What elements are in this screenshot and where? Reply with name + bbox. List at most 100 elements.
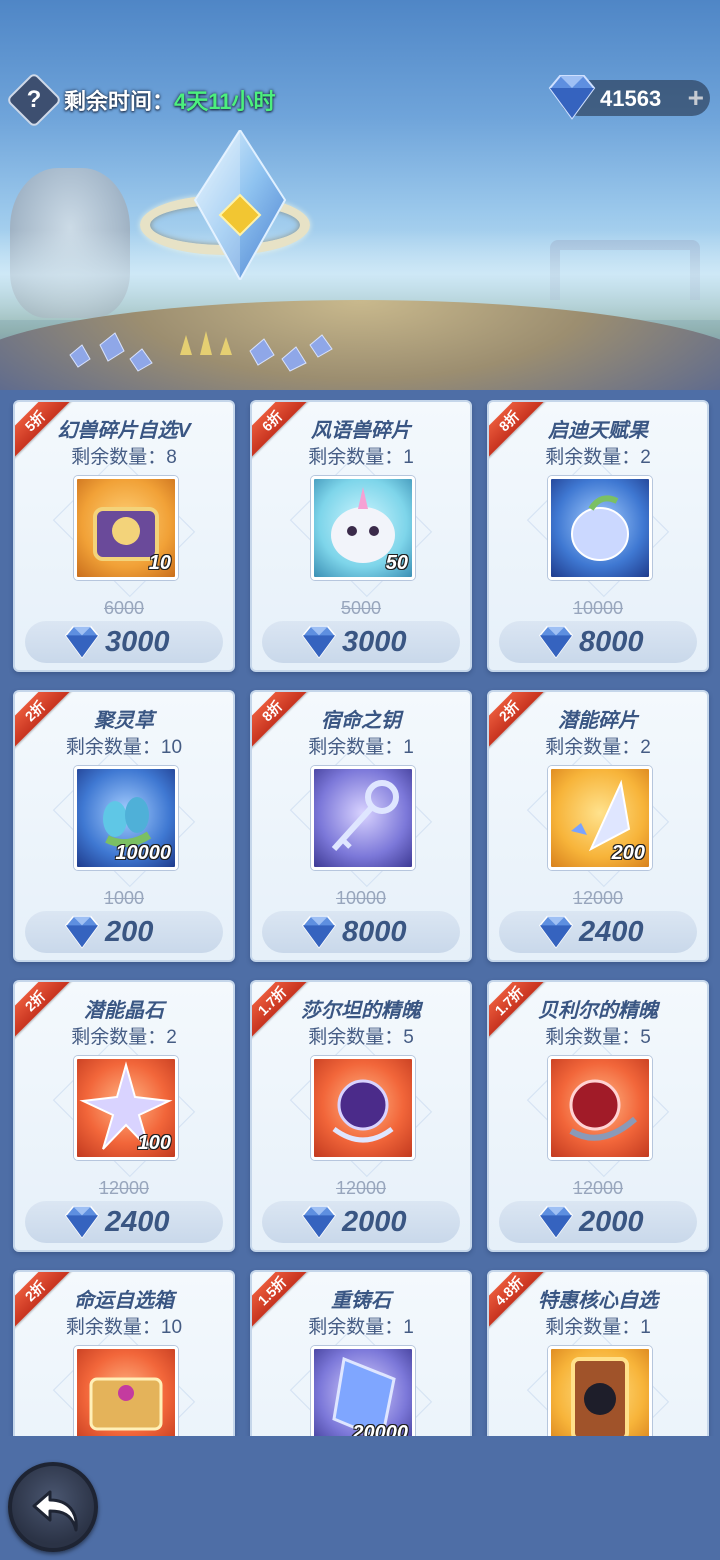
diamond-balance: 41563 + xyxy=(548,75,710,120)
item-image[interactable] xyxy=(74,1346,178,1436)
shop-item-card[interactable]: 8折 启迪天赋果 剩余数量：2 10000 8000 xyxy=(487,400,709,672)
sale-price: 8000 xyxy=(579,626,644,658)
diamond-icon xyxy=(64,625,100,659)
item-name: 贝利尔的精魄 xyxy=(538,1000,658,1022)
buy-button[interactable]: 2400 xyxy=(25,1201,223,1243)
item-image[interactable]: 200 xyxy=(548,766,652,870)
diamond-icon xyxy=(301,625,337,659)
original-price: 12000 xyxy=(572,888,624,908)
item-name: 宿命之钥 xyxy=(321,710,401,732)
key-icon xyxy=(331,780,399,852)
diamond-icon xyxy=(538,1205,574,1239)
remaining-quantity: 剩余数量：1 xyxy=(545,1317,651,1338)
diamond-icon xyxy=(548,75,596,120)
item-image[interactable]: 50 xyxy=(311,476,415,580)
remaining-quantity: 剩余数量：5 xyxy=(308,1027,414,1048)
original-price: 5000 xyxy=(340,598,382,618)
item-name: 潜能晶石 xyxy=(84,1000,164,1022)
remaining-quantity: 剩余数量：8 xyxy=(71,447,177,468)
crystal-icon xyxy=(193,130,287,280)
buy-button[interactable]: 3000 xyxy=(25,621,223,663)
remaining-quantity: 剩余数量：10 xyxy=(65,737,183,758)
diamond-icon xyxy=(538,625,574,659)
gem-pile-decoration xyxy=(69,331,333,372)
item-image[interactable] xyxy=(548,1346,652,1436)
buy-button[interactable]: 200 xyxy=(25,911,223,953)
original-price: 10000 xyxy=(572,598,624,618)
buy-button[interactable]: 2000 xyxy=(262,1201,460,1243)
remaining-quantity: 剩余数量：1 xyxy=(308,737,414,758)
remaining-time: 剩余时间：4天11小时 xyxy=(64,84,276,116)
remaining-quantity: 剩余数量：1 xyxy=(308,447,414,468)
shop-item-card[interactable]: 4.8折 特惠核心自选 剩余数量：1 xyxy=(487,1270,709,1436)
item-name: 聚灵草 xyxy=(94,710,154,732)
item-quantity: 50 xyxy=(385,552,408,574)
gold-box-icon xyxy=(89,1377,163,1431)
original-price: 1000 xyxy=(103,888,145,908)
fruit-icon xyxy=(571,495,629,561)
shop-item-card[interactable]: 5折 幻兽碎片自选V 剩余数量：8 10 6000 3000 xyxy=(13,400,235,672)
shop-item-card[interactable]: 8折 宿命之钥 剩余数量：1 10000 8000 xyxy=(250,690,472,962)
item-image[interactable] xyxy=(311,766,415,870)
back-arrow-icon xyxy=(32,1490,78,1532)
buy-button[interactable]: 8000 xyxy=(262,911,460,953)
item-name: 启迪天赋果 xyxy=(548,420,648,442)
footer-bar xyxy=(0,1436,720,1560)
diamond-icon xyxy=(301,1205,337,1239)
shop-item-card[interactable]: 2折 聚灵草 剩余数量：10 10000 1000 200 xyxy=(13,690,235,962)
item-image[interactable] xyxy=(311,1056,415,1160)
item-name: 莎尔坦的精魄 xyxy=(301,1000,421,1022)
remaining-quantity: 剩余数量：1 xyxy=(308,1317,414,1338)
item-quantity: 20000 xyxy=(352,1422,408,1436)
remaining-quantity: 剩余数量：2 xyxy=(545,737,651,758)
remaining-quantity: 剩余数量：2 xyxy=(71,1027,177,1048)
item-image[interactable]: 10 xyxy=(74,476,178,580)
back-button[interactable] xyxy=(8,1462,98,1552)
item-image[interactable] xyxy=(548,476,652,580)
item-image[interactable]: 20000 xyxy=(311,1346,415,1436)
diamond-icon xyxy=(301,915,337,949)
item-image[interactable]: 10000 xyxy=(74,766,178,870)
core-card-icon xyxy=(571,1357,629,1436)
item-name: 特惠核心自选 xyxy=(538,1290,658,1312)
shop-item-card[interactable]: 1.5折 重铸石 剩余数量：1 20000 xyxy=(250,1270,472,1436)
sale-price: 2000 xyxy=(342,1206,407,1238)
shop-item-card[interactable]: 2折 潜能碎片 剩余数量：2 200 12000 2400 xyxy=(487,690,709,962)
shop-item-card[interactable]: 6折 风语兽碎片 剩余数量：1 50 5000 3000 xyxy=(250,400,472,672)
buy-button[interactable]: 2000 xyxy=(499,1201,697,1243)
shop-item-card[interactable]: 2折 命运自选箱 剩余数量：10 xyxy=(13,1270,235,1436)
diamond-icon xyxy=(64,915,100,949)
original-price: 12000 xyxy=(335,1178,387,1198)
purple-orb-icon xyxy=(332,1079,394,1143)
shop-item-card[interactable]: 1.7折 莎尔坦的精魄 剩余数量：5 12000 2000 xyxy=(250,980,472,1252)
remaining-time-label: 剩余时间： xyxy=(64,89,175,114)
item-image[interactable] xyxy=(548,1056,652,1160)
sale-price: 2000 xyxy=(579,1206,644,1238)
original-price: 12000 xyxy=(98,1178,150,1198)
item-name: 潜能碎片 xyxy=(558,710,638,732)
sale-price: 8000 xyxy=(342,916,407,948)
shop-grid: 5折 幻兽碎片自选V 剩余数量：8 10 6000 3000 6折 风语兽碎片 剩余数量：1 50… xyxy=(0,400,720,1436)
item-quantity: 100 xyxy=(137,1132,171,1154)
sale-price: 3000 xyxy=(342,626,407,658)
item-name: 重铸石 xyxy=(331,1290,391,1312)
item-name: 风语兽碎片 xyxy=(311,420,411,442)
item-quantity: 10 xyxy=(148,552,171,574)
remaining-time-value: 4天11小时 xyxy=(174,89,276,114)
shop-item-card[interactable]: 2折 潜能晶石 剩余数量：2 100 12000 2400 xyxy=(13,980,235,1252)
buy-button[interactable]: 3000 xyxy=(262,621,460,663)
buy-button[interactable]: 2400 xyxy=(499,911,697,953)
item-image[interactable]: 100 xyxy=(74,1056,178,1160)
shop-item-card[interactable]: 1.7折 贝利尔的精魄 剩余数量：5 12000 2000 xyxy=(487,980,709,1252)
sale-price: 200 xyxy=(105,916,154,948)
buy-button[interactable]: 8000 xyxy=(499,621,697,663)
help-button[interactable]: ? xyxy=(5,71,63,129)
diamond-amount: 41563 xyxy=(600,86,662,111)
original-price: 10000 xyxy=(335,888,387,908)
item-quantity: 10000 xyxy=(115,842,171,864)
item-name: 命运自选箱 xyxy=(74,1290,174,1312)
help-icon: ? xyxy=(26,86,42,113)
original-price: 6000 xyxy=(103,598,145,618)
diamond-icon xyxy=(538,915,574,949)
add-diamond-button[interactable]: + xyxy=(688,84,704,112)
